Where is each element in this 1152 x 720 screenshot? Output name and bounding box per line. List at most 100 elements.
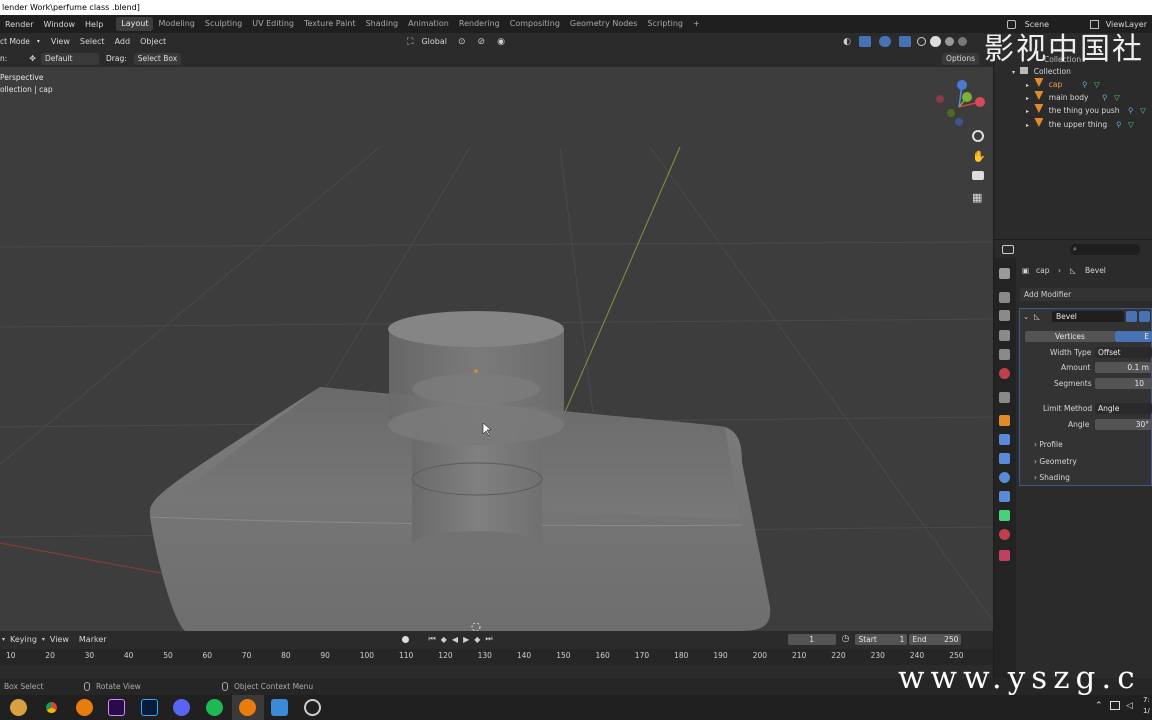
menu-add[interactable]: Add xyxy=(110,37,136,46)
marker-menu[interactable]: Marker xyxy=(74,635,112,644)
jump-end-icon[interactable]: ⏭ xyxy=(485,634,492,644)
tab-compositing[interactable]: Compositing xyxy=(505,17,565,31)
editor-type-icon[interactable] xyxy=(1002,245,1014,254)
photoshop-icon[interactable] xyxy=(141,699,158,716)
menu-help[interactable]: Help xyxy=(80,20,108,29)
shading-material-icon[interactable] xyxy=(945,37,954,46)
spotify-icon[interactable] xyxy=(206,699,223,716)
timeline-view-menu[interactable]: View xyxy=(45,635,74,644)
tab-world[interactable] xyxy=(999,368,1010,379)
next-keyframe-icon[interactable]: ◆ xyxy=(474,635,480,644)
tab-constraints[interactable] xyxy=(999,491,1010,502)
tab-particles[interactable] xyxy=(999,453,1010,464)
record-icon[interactable] xyxy=(401,635,409,643)
segments-field[interactable]: 10 xyxy=(1095,378,1152,389)
blender-icon[interactable] xyxy=(76,699,93,716)
play-reverse-icon[interactable]: ◀ xyxy=(452,635,458,644)
tab-modeling[interactable]: Modeling xyxy=(153,17,199,31)
mode-selector[interactable]: ct Mode xyxy=(0,36,34,48)
profile-subpanel[interactable]: › Profile xyxy=(1034,440,1063,449)
options-dropdown[interactable]: Options xyxy=(942,52,979,65)
menu-select[interactable]: Select xyxy=(75,37,110,46)
menu-window[interactable]: Window xyxy=(38,20,80,29)
chrome-icon[interactable] xyxy=(43,699,60,716)
properties-search[interactable]: ⌕ xyxy=(1070,244,1140,255)
xray-icon[interactable] xyxy=(899,36,911,47)
tab-geometry-nodes[interactable]: Geometry Nodes xyxy=(565,17,642,31)
tab-scripting[interactable]: Scripting xyxy=(642,17,688,31)
tab-scene[interactable] xyxy=(999,349,1010,360)
grid-view-icon[interactable]: ▦ xyxy=(972,191,982,204)
tab-shading[interactable]: Shading xyxy=(361,17,404,31)
outliner-item-cap[interactable]: ▸ cap ⚲ ▽ xyxy=(994,78,1152,91)
volume-icon[interactable]: ◁ xyxy=(1126,701,1133,711)
tab-uv-editing[interactable]: UV Editing xyxy=(247,17,299,31)
3d-viewport[interactable]: Perspective ollection | cap ✋ ▦ xyxy=(0,67,993,631)
tab-sculpting[interactable]: Sculpting xyxy=(200,17,247,31)
width-type-dropdown[interactable]: Offset xyxy=(1095,347,1152,358)
proportional-edit-icon[interactable]: ◉ xyxy=(497,37,505,47)
end-frame-field[interactable]: End 250 xyxy=(909,633,962,645)
discord-icon[interactable] xyxy=(173,699,190,716)
clock-time[interactable]: 7: xyxy=(1143,696,1150,704)
viewport-toggle-icon[interactable] xyxy=(1139,311,1150,322)
drag-dropdown[interactable]: Select Box xyxy=(133,52,182,65)
tab-texture[interactable] xyxy=(999,550,1010,561)
gizmo-icon[interactable] xyxy=(859,36,871,47)
angle-field[interactable]: 30° xyxy=(1095,419,1152,430)
affect-vertices-button[interactable]: Vertices xyxy=(1025,331,1115,342)
overlay-icon[interactable] xyxy=(879,36,891,47)
tab-material[interactable] xyxy=(999,529,1010,540)
jump-start-icon[interactable]: ⏮ xyxy=(429,634,436,644)
app-icon[interactable] xyxy=(304,699,321,716)
prev-keyframe-icon[interactable]: ◆ xyxy=(441,635,447,644)
tab-rendering[interactable]: Rendering xyxy=(454,17,505,31)
shading-wireframe-icon[interactable] xyxy=(917,37,926,46)
start-frame-field[interactable]: Start 1 xyxy=(855,633,908,645)
geometry-subpanel[interactable]: › Geometry xyxy=(1034,457,1077,466)
premiere-icon[interactable] xyxy=(108,699,125,716)
pivot-icon[interactable]: ⊙ xyxy=(458,37,466,47)
navigation-gizmo[interactable] xyxy=(930,73,990,133)
current-frame-field[interactable]: 1 xyxy=(787,633,836,645)
amount-field[interactable]: 0.1 m xyxy=(1095,362,1152,373)
transform-orientation-dropdown[interactable]: Global xyxy=(416,37,452,46)
orientation-dropdown[interactable]: Default xyxy=(40,52,99,65)
add-workspace-button[interactable]: + xyxy=(688,17,705,31)
network-icon[interactable] xyxy=(1110,701,1120,710)
tab-modifiers[interactable] xyxy=(999,434,1010,445)
chrome-icon[interactable] xyxy=(10,699,27,716)
tray-chevron-icon[interactable]: ⌃ xyxy=(1095,701,1103,711)
shading-subpanel[interactable]: › Shading xyxy=(1034,473,1070,482)
zoom-icon[interactable] xyxy=(972,130,984,142)
add-modifier-button[interactable]: Add Modifier xyxy=(1020,288,1152,301)
tab-physics[interactable] xyxy=(999,472,1010,483)
tab-view-layer[interactable] xyxy=(999,330,1010,341)
timeline-ruler[interactable]: 10 20 30 40 50 60 70 80 90 100 110 120 130 140 150 160 1… xyxy=(0,649,993,665)
pan-hand-icon[interactable]: ✋ xyxy=(972,150,986,163)
tab-data[interactable] xyxy=(999,510,1010,521)
blender-active-icon[interactable] xyxy=(239,699,256,716)
affect-edges-button[interactable]: E xyxy=(1115,331,1152,342)
tab-render[interactable] xyxy=(999,292,1010,303)
menu-view[interactable]: View xyxy=(46,37,75,46)
modifier-name-field[interactable]: Bevel xyxy=(1052,311,1124,322)
collapse-chevron-icon[interactable]: ⌄ xyxy=(1023,312,1029,321)
tab-collection[interactable] xyxy=(999,392,1010,403)
clock-icon[interactable]: ◷ xyxy=(842,634,850,644)
outliner-item-push[interactable]: ▸ the thing you push ⚲ ▽ xyxy=(994,104,1152,117)
edit-mode-toggle-icon[interactable] xyxy=(1126,311,1137,322)
clock-date[interactable]: 1/ xyxy=(1143,707,1150,715)
snap-icon[interactable]: ⊘ xyxy=(478,37,486,47)
menu-render[interactable]: Render xyxy=(0,20,38,29)
menu-object[interactable]: Object xyxy=(135,37,171,46)
tab-output[interactable] xyxy=(999,310,1010,321)
limit-method-dropdown[interactable]: Angle xyxy=(1095,403,1152,414)
outliner-item-upper[interactable]: ▸ the upper thing ⚲ ▽ xyxy=(994,118,1152,131)
tab-animation[interactable]: Animation xyxy=(403,17,454,31)
visibility-icon[interactable]: ◐ xyxy=(843,37,851,47)
viewport-scene[interactable] xyxy=(0,67,993,631)
tab-object[interactable] xyxy=(999,415,1010,426)
play-icon[interactable]: ▶ xyxy=(463,635,469,644)
shading-rendered-icon[interactable] xyxy=(958,37,967,46)
